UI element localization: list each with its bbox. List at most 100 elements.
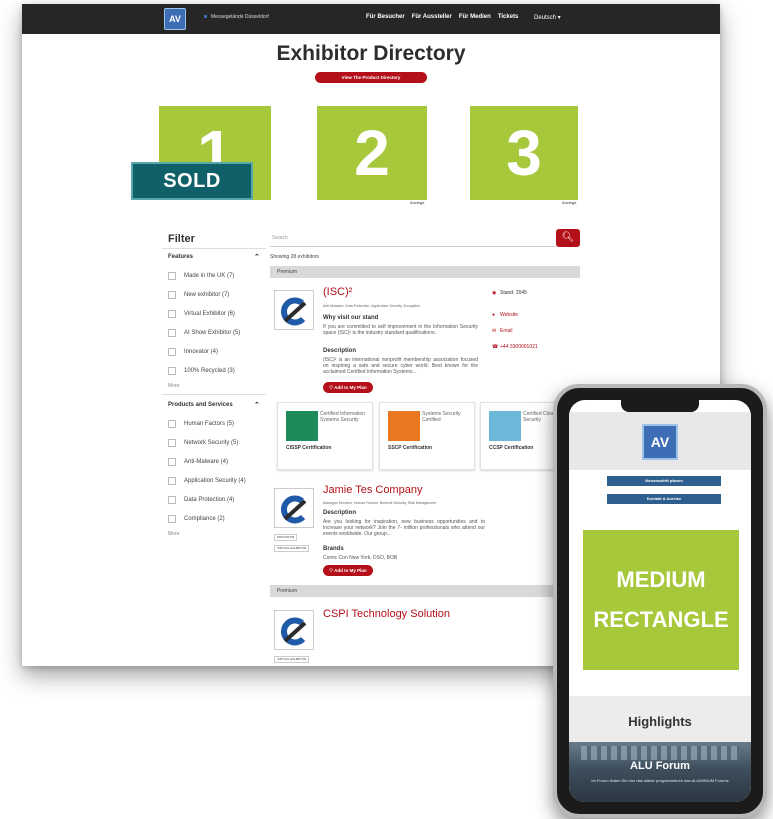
company-name[interactable]: Jamie Tes Company [323, 484, 422, 496]
chevron-up-icon: ⌃ [254, 254, 260, 261]
phone-notch [621, 400, 699, 412]
features-section-header[interactable]: Features ⌃ [168, 254, 260, 261]
forum-title[interactable]: ALU Forum [569, 760, 751, 772]
tag-badge: INNOVATOR [274, 534, 298, 541]
filter-option[interactable]: Virtual Exhibitor (6) [168, 310, 235, 318]
filter-option[interactable]: Human Factors (5) [168, 420, 234, 428]
product-image [388, 411, 420, 441]
filter-option-label: Data Protection (4) [184, 497, 235, 503]
tag-badge: VIRTUAL EXHIBITOR [274, 545, 310, 552]
checkbox[interactable] [168, 496, 176, 504]
checkbox[interactable] [168, 348, 176, 356]
location-pin-icon: ◉ [492, 290, 497, 296]
filter-option-label: Human Factors (5) [184, 421, 235, 427]
phone-icon: ☎ [492, 344, 499, 350]
ad-slot-number: 2 [354, 117, 390, 189]
features-more-link[interactable]: More [168, 383, 179, 389]
checkbox[interactable] [168, 367, 176, 375]
why-visit-heading: Why visit our stand [323, 315, 379, 321]
top-navigation-bar: AV Messegelände Düsseldorf Für Besucher … [22, 4, 720, 34]
c-logo-icon [281, 297, 307, 326]
filter-option[interactable]: 100% Recycled (3) [168, 367, 235, 375]
filter-option[interactable]: AI Show Exhibitor (5) [168, 329, 240, 337]
filter-option[interactable]: Anti-Malware (4) [168, 458, 228, 466]
filter-option-label: Network Security (5) [184, 440, 239, 446]
nav-link-exhibitors[interactable]: Für Aussteller [412, 14, 452, 20]
email-label: Email [500, 328, 513, 334]
plan-visit-button[interactable]: Messeaufritt planen [607, 476, 721, 486]
building-graphic [581, 746, 739, 760]
home-link[interactable]: Messegelände Düsseldorf [204, 14, 269, 20]
description-heading: Description [323, 510, 357, 516]
checkbox[interactable] [168, 420, 176, 428]
filter-option[interactable]: Made in the UK (7) [168, 272, 234, 280]
site-logo[interactable]: AV [164, 8, 186, 30]
company-logo[interactable] [274, 488, 314, 528]
search-button[interactable]: 🔍︎ [556, 229, 580, 247]
product-card[interactable]: Certified Information Systems Security C… [277, 402, 373, 470]
filter-option[interactable]: Network Security (5) [168, 439, 238, 447]
premium-label: Premium [270, 585, 580, 597]
phone-link[interactable]: ☎ +44 3300001021 [492, 344, 538, 350]
product-label: CCSP Certification [489, 445, 534, 451]
checkbox[interactable] [168, 291, 176, 299]
company-name[interactable]: (ISC)² [323, 286, 352, 298]
add-to-plan-button[interactable]: ♡ Add to My Plan [323, 565, 373, 576]
filter-option-label: Anti-Malware (4) [184, 459, 229, 465]
checkbox[interactable] [168, 458, 176, 466]
filter-option[interactable]: Data Protection (4) [168, 496, 234, 504]
add-to-plan-button[interactable]: ♡ Add to My Plan [323, 382, 373, 393]
language-selector[interactable]: Deutsch ▾ [534, 14, 561, 21]
divider [162, 394, 266, 395]
c-logo-icon [281, 617, 307, 646]
product-label: CISSP Certification [286, 445, 332, 451]
checkbox[interactable] [168, 439, 176, 447]
filter-option[interactable]: Innovator (4) [168, 348, 218, 356]
email-link[interactable]: ✉ Email [492, 328, 513, 334]
ad-slot-3[interactable]: 3 [470, 106, 578, 200]
filter-option-label: Innovator (4) [184, 349, 219, 355]
medium-rectangle-ad[interactable]: MEDIUM RECTANGLE [583, 530, 739, 670]
nav-link-tickets[interactable]: Tickets [498, 14, 519, 20]
description-text: Are you looking for inspiration, new bus… [323, 519, 485, 537]
filter-option[interactable]: Application Security (4) [168, 477, 246, 485]
brands-text: Comic Con New York, DSO, BOB [323, 555, 398, 561]
company-logo[interactable] [274, 290, 314, 330]
filter-option[interactable]: Compliance (2) [168, 515, 225, 523]
company-logo[interactable] [274, 610, 314, 650]
product-directory-button[interactable]: View The Product Directory [315, 72, 427, 83]
ad-slot-number: 3 [506, 117, 542, 189]
product-image-text: Certified Information Systems Security [320, 411, 366, 423]
add-to-plan-label: Add to My Plan [334, 385, 367, 390]
checkbox[interactable] [168, 477, 176, 485]
divider [162, 248, 266, 249]
nav-link-visitors[interactable]: Für Besucher [366, 14, 405, 20]
filter-option-label: Made in the UK (7) [184, 273, 235, 279]
filter-option-label: Virtual Exhibitor (6) [184, 311, 235, 317]
forum-image[interactable] [569, 742, 751, 802]
phone-label: +44 3300001021 [500, 344, 538, 350]
checkbox[interactable] [168, 515, 176, 523]
filter-option-label: 100% Recycled (3) [184, 368, 235, 374]
filter-option-label: AI Show Exhibitor (5) [184, 330, 241, 336]
phone-mockup: AV Messeaufritt planen Kontakt & Anreise… [553, 384, 767, 818]
company-name[interactable]: CSPI Technology Solution [323, 608, 450, 620]
website-label: Website [500, 312, 518, 318]
checkbox[interactable] [168, 310, 176, 318]
filter-option[interactable]: New exhibitor (7) [168, 291, 229, 299]
home-marker-icon [204, 15, 207, 19]
search-input[interactable]: Search [270, 229, 556, 247]
products-section-header[interactable]: Products and Services ⌃ [168, 402, 260, 409]
ad-slot-2[interactable]: 2 [317, 106, 427, 200]
website-link[interactable]: ● Website [492, 312, 518, 318]
add-to-plan-label: Add to My Plan [334, 568, 367, 573]
company-categories: Anti-Malware, Data Protection, Applicati… [323, 304, 421, 308]
checkbox[interactable] [168, 272, 176, 280]
products-more-link[interactable]: More [168, 531, 179, 537]
filter-option-label: New exhibitor (7) [184, 292, 230, 298]
contact-travel-button[interactable]: Kontakt & Anreise [607, 494, 721, 504]
phone-site-logo[interactable]: AV [642, 424, 678, 460]
product-card[interactable]: Systems Security Certified SSCP Certific… [379, 402, 475, 470]
checkbox[interactable] [168, 329, 176, 337]
nav-link-media[interactable]: Für Medien [459, 14, 491, 20]
